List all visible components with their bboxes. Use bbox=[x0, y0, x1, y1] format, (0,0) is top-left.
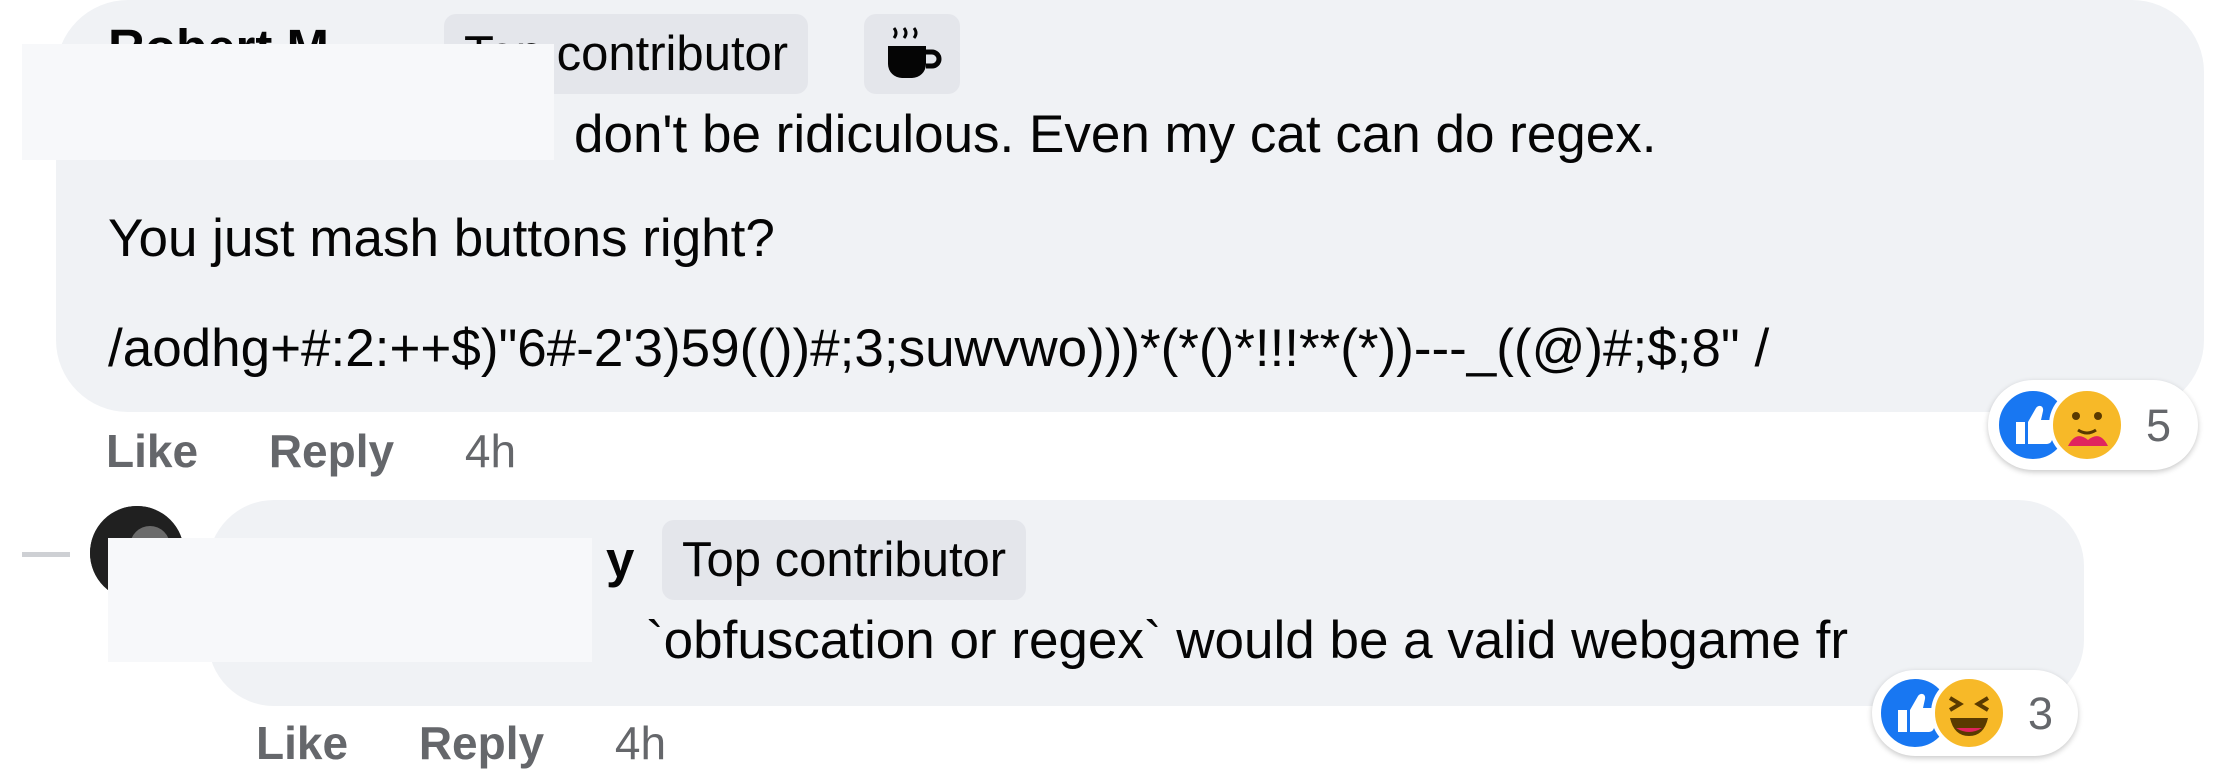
redacted-area bbox=[22, 44, 554, 160]
comment-actions: Like Reply 4h bbox=[106, 424, 574, 478]
thread-connector bbox=[22, 552, 70, 557]
comment-text: You just mash buttons right? bbox=[108, 209, 775, 268]
reaction-summary[interactable]: 5 bbox=[1988, 380, 2198, 470]
comment-actions: Like Reply 4h bbox=[256, 716, 724, 770]
comment-text: don't be ridiculous. Even my cat can do … bbox=[574, 105, 1657, 164]
badge-icon-chip[interactable] bbox=[864, 14, 960, 94]
like-button[interactable]: Like bbox=[106, 425, 198, 477]
comment-text: /aodhg+#:2:++$)"6#-2'3)59(())#;3;suwvwo)… bbox=[108, 319, 1770, 378]
top-contributor-badge[interactable]: Top contributor bbox=[662, 520, 1027, 600]
comment-author[interactable]: y bbox=[606, 530, 634, 589]
timestamp[interactable]: 4h bbox=[615, 717, 666, 769]
haha-icon bbox=[1931, 675, 2007, 751]
reaction-count: 3 bbox=[2028, 688, 2054, 739]
care-icon bbox=[2049, 387, 2125, 463]
timestamp[interactable]: 4h bbox=[465, 425, 516, 477]
coffee-cup-icon bbox=[888, 27, 942, 78]
reply-button[interactable]: Reply bbox=[269, 425, 394, 477]
reaction-count: 5 bbox=[2146, 400, 2172, 451]
reply-button[interactable]: Reply bbox=[419, 717, 544, 769]
reaction-summary[interactable]: 3 bbox=[1872, 670, 2078, 756]
comment-text: `obfuscation or regex` would be a valid … bbox=[646, 611, 1848, 670]
like-button[interactable]: Like bbox=[256, 717, 348, 769]
redacted-area bbox=[108, 538, 592, 662]
